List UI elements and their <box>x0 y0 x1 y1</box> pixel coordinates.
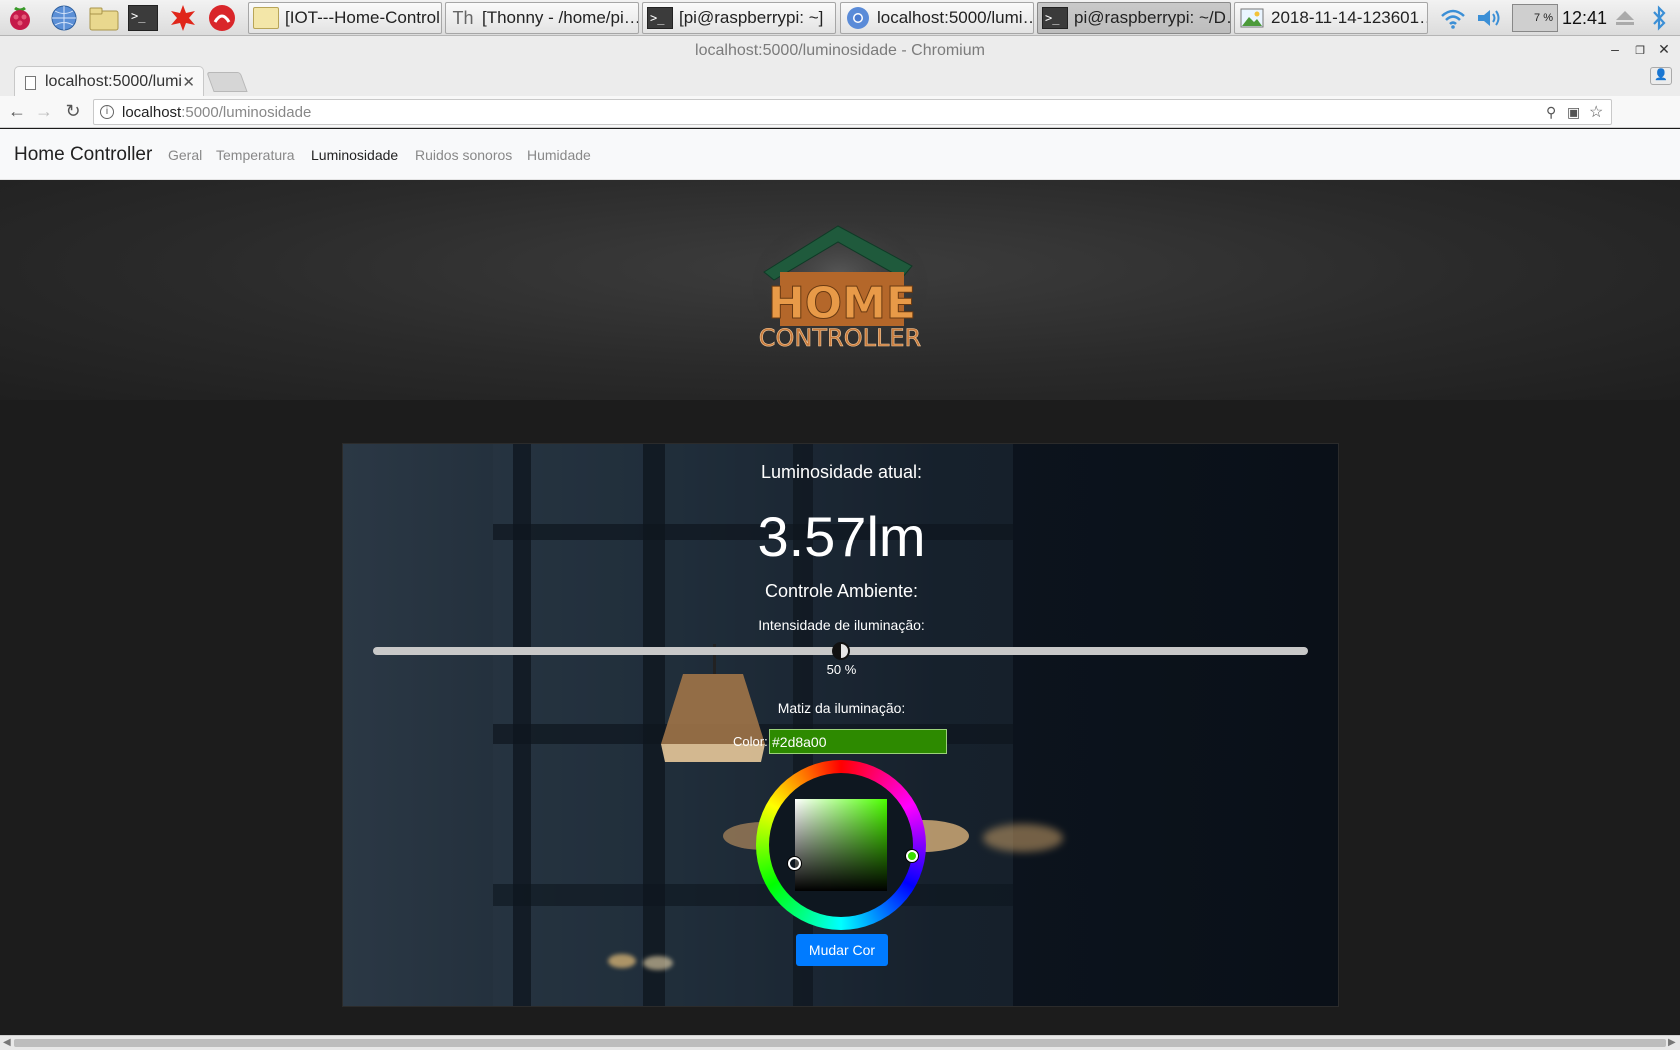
terminal-icon: >_ <box>647 6 673 30</box>
task-label: 2018-11-14-123601… <box>1271 8 1428 27</box>
intensity-value: 50 % <box>826 662 857 677</box>
tab-title: localhost:5000/lumi <box>45 73 182 90</box>
bookmark-star-icon[interactable]: ☆ <box>1589 102 1603 122</box>
terminal-launcher-icon[interactable]: >_ <box>127 3 159 33</box>
task-label: [pi@raspberrypi: ~] <box>679 8 824 27</box>
task-terminal-d[interactable]: >_ pi@raspberrypi: ~/D… <box>1037 2 1231 34</box>
terminal-icon: >_ <box>1042 6 1068 30</box>
color-hex-input[interactable] <box>769 729 947 754</box>
site-brand[interactable]: Home Controller <box>14 144 152 166</box>
page-content: Home Controller Geral Temperatura Lumino… <box>0 129 1680 1035</box>
address-bar[interactable]: i localhost:5000/luminosidade ⚲ ▣ ☆ <box>93 99 1612 125</box>
task-label: [IOT---Home-Controll… <box>285 8 441 27</box>
logo-word-home: HOME <box>768 278 916 329</box>
page-icon <box>25 76 36 90</box>
close-window-icon[interactable]: ✕ <box>1655 41 1673 58</box>
hero-banner: HOME CONTROLLER <box>0 180 1680 400</box>
eject-icon[interactable] <box>1614 0 1636 36</box>
home-controller-logo: HOME CONTROLLER <box>752 220 928 352</box>
color-field-label: Color: <box>733 734 768 749</box>
saturation-value-marker[interactable] <box>788 857 801 870</box>
task-image-viewer[interactable]: 2018-11-14-123601… <box>1234 2 1428 34</box>
taskbar: >_ [IOT---Home-Controll… Th [Thonny - /h… <box>0 0 1680 36</box>
current-luminosity-label: Luminosidade atual: <box>760 462 923 482</box>
thonny-icon: Th <box>452 7 474 28</box>
folder-icon <box>253 6 279 30</box>
nav-temperatura[interactable]: Temperatura <box>216 147 295 163</box>
mathematica-icon[interactable] <box>167 3 199 33</box>
current-luminosity-value: 3.57lm <box>757 505 926 568</box>
color-wheel[interactable] <box>756 760 926 930</box>
nav-ruidos-sonoros[interactable]: Ruidos sonoros <box>415 147 512 163</box>
browser-toolbar: ← → ↻ i localhost:5000/luminosidade ⚲ ▣ … <box>0 96 1680 215</box>
scroll-left-icon[interactable]: ◀ <box>3 1037 11 1048</box>
nav-geral[interactable]: Geral <box>168 147 202 163</box>
zoom-icon[interactable]: ⚲ <box>1546 104 1556 121</box>
task-chromium[interactable]: localhost:5000/lumi… <box>840 2 1034 34</box>
hue-marker[interactable] <box>906 850 918 862</box>
hue-label: Matiz da iluminação: <box>777 700 906 716</box>
volume-icon[interactable] <box>1474 0 1506 36</box>
change-color-button[interactable]: Mudar Cor <box>796 934 888 966</box>
nav-luminosidade[interactable]: Luminosidade <box>311 147 398 163</box>
task-label: [Thonny - /home/pi… <box>482 8 639 27</box>
restore-icon[interactable]: ❐ <box>1631 44 1649 57</box>
scrollbar-thumb[interactable] <box>14 1039 1666 1047</box>
url-text[interactable]: localhost:5000/luminosidade <box>122 104 311 121</box>
intensity-label: Intensidade de iluminação: <box>758 617 925 633</box>
profile-icon[interactable]: 👤 <box>1650 67 1672 85</box>
image-icon <box>1239 6 1265 30</box>
logo-word-controller: CONTROLLER <box>759 324 921 352</box>
minimize-icon[interactable]: – <box>1606 41 1624 57</box>
tab-strip: localhost:5000/lumi ✕ 👤 <box>0 64 1680 96</box>
translate-icon[interactable]: ▣ <box>1567 104 1580 121</box>
task-home-controller-folder[interactable]: [IOT---Home-Controll… <box>248 2 442 34</box>
raspberry-menu-icon[interactable] <box>4 3 36 33</box>
file-manager-icon[interactable] <box>88 3 120 33</box>
scroll-right-icon[interactable]: ▶ <box>1668 1037 1676 1048</box>
cpu-value: 7 % <box>1534 12 1553 24</box>
close-tab-icon[interactable]: ✕ <box>182 73 195 91</box>
horizontal-scrollbar[interactable]: ◀ ▶ <box>0 1035 1680 1050</box>
saturation-value-square[interactable] <box>795 799 887 891</box>
chromium-icon <box>845 6 871 30</box>
forward-icon[interactable]: → <box>33 101 55 122</box>
intensity-slider-thumb[interactable] <box>831 642 850 660</box>
clock[interactable]: 12:41 <box>1562 8 1607 29</box>
ambient-control-label: Controle Ambiente: <box>764 581 919 601</box>
window-title: localhost:5000/luminosidade - Chromium <box>695 42 985 59</box>
new-tab-button[interactable] <box>206 72 248 92</box>
task-terminal-home[interactable]: >_ [pi@raspberrypi: ~] <box>642 2 836 34</box>
back-icon[interactable]: ← <box>6 101 28 122</box>
site-navbar: Home Controller Geral Temperatura Lumino… <box>0 129 1680 180</box>
task-thonny[interactable]: Th [Thonny - /home/pi… <box>445 2 639 34</box>
reload-icon[interactable]: ↻ <box>62 101 84 122</box>
bluetooth-icon[interactable] <box>1648 0 1670 36</box>
task-label: pi@raspberrypi: ~/D… <box>1074 8 1231 27</box>
wolfram-icon[interactable] <box>206 3 238 33</box>
info-icon[interactable]: i <box>100 105 114 119</box>
web-browser-icon[interactable] <box>48 3 80 33</box>
window-titlebar: localhost:5000/luminosidade - Chromium –… <box>0 36 1680 64</box>
wifi-icon[interactable] <box>1438 0 1468 36</box>
task-label: localhost:5000/lumi… <box>877 8 1034 27</box>
luminosity-panel: Luminosidade atual: 3.57lm Controle Ambi… <box>343 444 1338 1006</box>
nav-humidade[interactable]: Humidade <box>527 147 591 163</box>
cpu-monitor[interactable]: 7 % <box>1512 4 1558 32</box>
tab-luminosidade[interactable]: localhost:5000/lumi ✕ <box>14 66 204 96</box>
luminosity-card: Luminosidade atual: 3.57lm Controle Ambi… <box>342 443 1339 1007</box>
